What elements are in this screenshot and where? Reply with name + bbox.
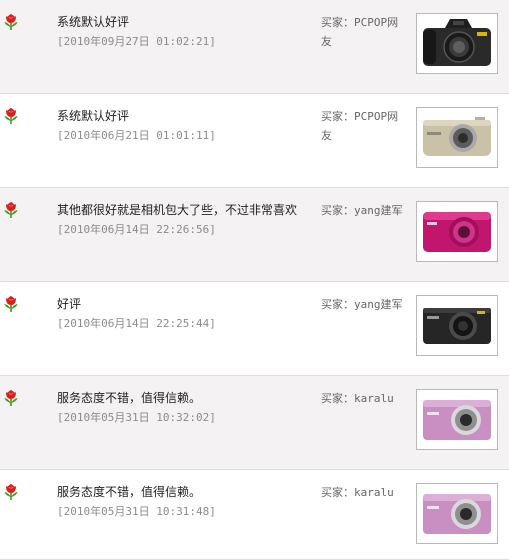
- review-row: 服务态度不错，值得信赖。 [2010年05月31日 10:32:02] 买家：k…: [0, 376, 509, 470]
- review-row: 好评 [2010年06月14日 22:25:44] 买家：yang建军: [0, 282, 509, 376]
- product-thumbnail[interactable]: [416, 107, 498, 168]
- review-row: 服务态度不错，值得信赖。 [2010年05月31日 10:31:48] 买家：k…: [0, 470, 509, 560]
- red-flower-icon: [4, 296, 18, 312]
- buyer-name: 买家：yang建军: [321, 204, 403, 217]
- magenta-compact-camera: [423, 212, 491, 252]
- review-comment: 服务态度不错，值得信赖。: [57, 391, 202, 405]
- review-timestamp: [2010年06月14日 22:26:56]: [57, 223, 216, 236]
- review-timestamp: [2010年06月14日 22:25:44]: [57, 317, 216, 330]
- review-timestamp: [2010年09月27日 01:02:21]: [57, 35, 216, 48]
- review-timestamp: [2010年06月21日 01:01:11]: [57, 129, 216, 142]
- review-comment: 系统默认好评: [57, 109, 130, 123]
- review-timestamp: [2010年05月31日 10:32:02]: [57, 411, 216, 424]
- black-dslr-camera: [423, 19, 491, 66]
- red-flower-icon: [4, 108, 18, 124]
- review-comment: 服务态度不错，值得信赖。: [57, 485, 202, 499]
- review-timestamp: [2010年05月31日 10:31:48]: [57, 505, 216, 518]
- buyer-name: 买家：PCPOP网友: [321, 110, 399, 142]
- product-thumbnail[interactable]: [416, 13, 498, 74]
- product-thumbnail[interactable]: [416, 201, 498, 262]
- buyer-name: 买家：yang建军: [321, 298, 403, 311]
- product-thumbnail[interactable]: [416, 295, 498, 356]
- red-flower-icon: [4, 14, 18, 30]
- red-flower-icon: [4, 390, 18, 406]
- review-list: 系统默认好评 [2010年09月27日 01:02:21] 买家：PCPOP网友: [0, 0, 509, 560]
- pink-compact-camera: [423, 494, 491, 534]
- review-row: 系统默认好评 [2010年06月21日 01:01:11] 买家：PCPOP网友: [0, 94, 509, 188]
- pink-compact-camera: [423, 400, 491, 440]
- product-thumbnail[interactable]: [416, 483, 498, 544]
- review-row: 其他都很好就是相机包大了些，不过非常喜欢 [2010年06月14日 22:26:…: [0, 188, 509, 282]
- product-thumbnail[interactable]: [416, 389, 498, 450]
- champagne-compact-camera: [423, 117, 491, 156]
- buyer-name: 买家：karalu: [321, 392, 394, 405]
- review-comment: 好评: [57, 297, 82, 311]
- review-comment: 其他都很好就是相机包大了些，不过非常喜欢: [57, 203, 298, 217]
- review-row: 系统默认好评 [2010年09月27日 01:02:21] 买家：PCPOP网友: [0, 0, 509, 94]
- red-flower-icon: [4, 484, 18, 500]
- red-flower-icon: [4, 202, 18, 218]
- review-comment: 系统默认好评: [57, 15, 130, 29]
- buyer-name: 买家：karalu: [321, 486, 394, 499]
- buyer-name: 买家：PCPOP网友: [321, 16, 399, 48]
- black-compact-camera: [423, 308, 491, 344]
